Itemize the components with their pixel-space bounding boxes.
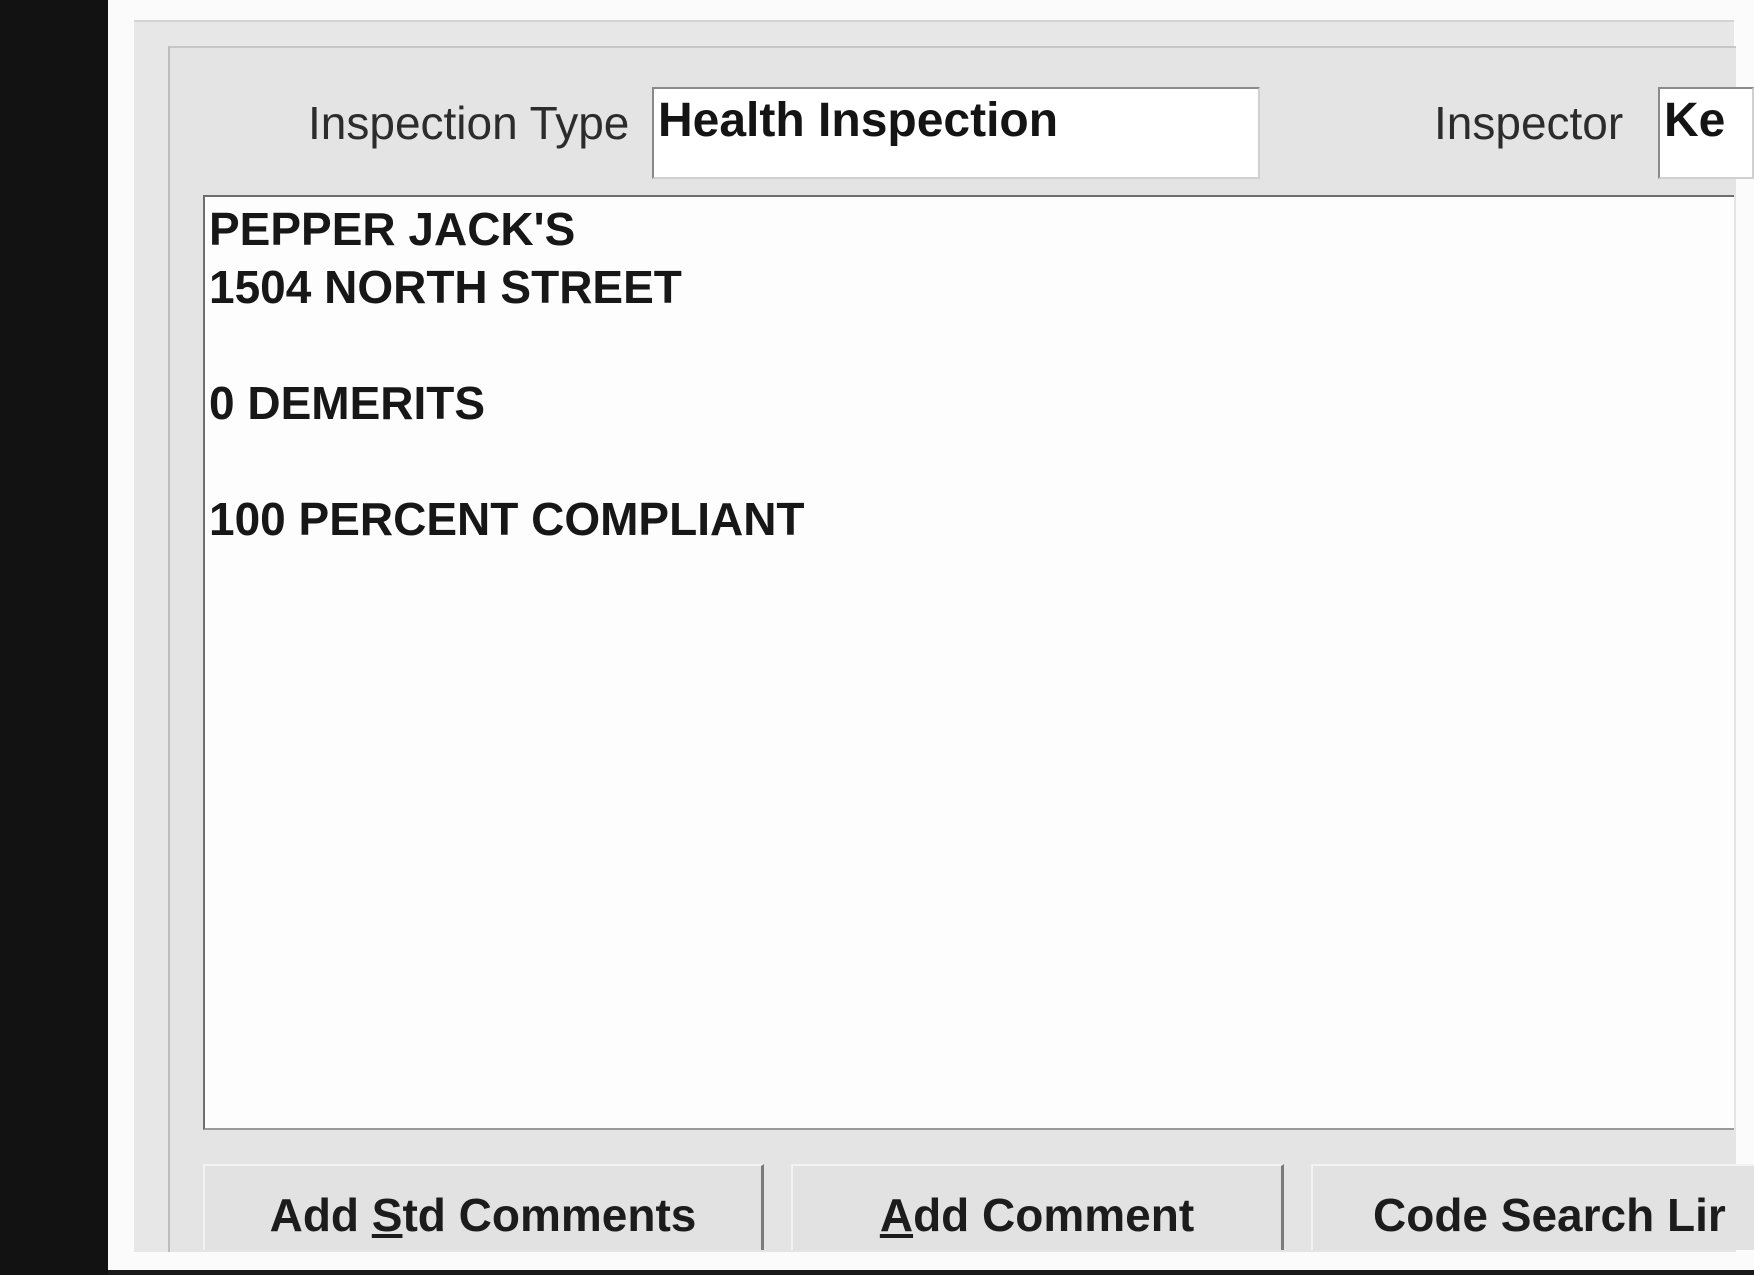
label-part: dd Comment [913,1189,1195,1241]
inspector-label: Inspector [1434,97,1624,149]
inspector-field[interactable]: Ke [1658,87,1754,179]
scan-dark-margin [0,0,108,1275]
code-search-label: Code Search Lir [1373,1189,1726,1241]
comment-line: 1504 NORTH STREET [209,261,682,313]
accelerator-key: A [879,1189,914,1241]
comment-line: 100 PERCENT COMPLIANT [209,493,805,545]
inspection-type-field[interactable]: Health Inspection [652,87,1260,179]
comment-line: 0 DEMERITS [209,377,486,429]
add-comment-label: Add Comment [793,1188,1281,1242]
code-search-button[interactable]: Code Search Lir [1311,1164,1754,1250]
label-part: td Comments [402,1189,697,1241]
add-comment-button[interactable]: Add Comment [791,1164,1284,1250]
comment-line: PEPPER JACK'S [209,203,576,255]
accelerator-key: S [371,1189,403,1241]
inspection-type-label: Inspection Type [308,97,630,149]
add-std-comments-label: Add Std Comments [205,1188,761,1242]
label-part: Add [269,1189,372,1241]
scan-bottom-margin [108,1270,1754,1275]
add-std-comments-button[interactable]: Add Std Comments [203,1164,764,1250]
comments-textarea[interactable]: PEPPER JACK'S 1504 NORTH STREET 0 DEMERI… [203,195,1734,1130]
